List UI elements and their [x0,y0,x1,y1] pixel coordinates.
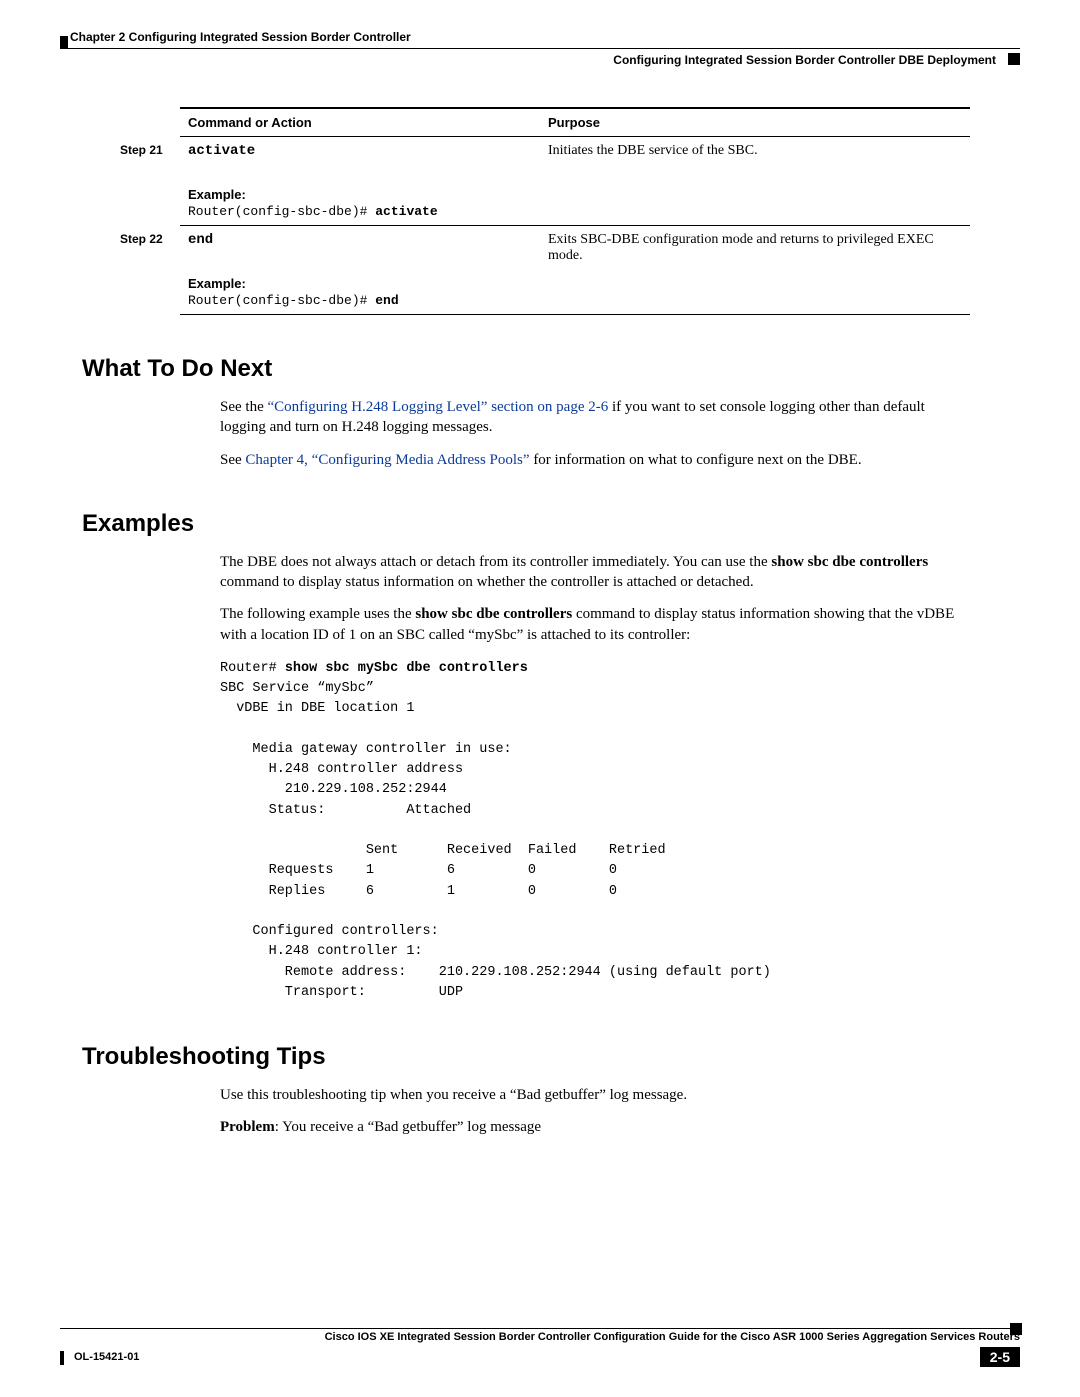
example-command: activate [375,204,437,219]
what-next-p2: See Chapter 4, “Configuring Media Addres… [220,450,960,470]
examples-p2: The following example uses the show sbc … [220,604,960,645]
text-fragment: : You receive a “Bad getbuffer” log mess… [275,1119,541,1135]
section-label: Configuring Integrated Session Border Co… [60,53,1020,67]
link-chapter4[interactable]: Chapter 4, “Configuring Media Address Po… [245,452,529,468]
cli-prompt: Router# [220,661,285,676]
purpose-cell: Exits SBC-DBE configuration mode and ret… [540,226,970,315]
page-footer: Cisco IOS XE Integrated Session Border C… [60,1328,1020,1367]
troubleshooting-p1: Use this troubleshooting tip when you re… [220,1085,960,1105]
document-page: Chapter 2 Configuring Integrated Session… [0,0,1080,1397]
purpose-col-header: Purpose [540,108,970,137]
command-cell: activate Example: Router(config-sbc-dbe)… [180,137,540,226]
table-row: Step 22 end Example: Router(config-sbc-d… [120,226,970,315]
command-keyword: activate [188,143,255,159]
troubleshooting-body: Use this troubleshooting tip when you re… [220,1085,960,1138]
text-fragment: for information on what to configure nex… [530,452,862,468]
example-prompt: Router(config-sbc-dbe)# [188,293,375,308]
table-row: Step 21 activate Example: Router(config-… [120,137,970,226]
text-fragment: See the [220,399,267,415]
example-code: Router(config-sbc-dbe)# end [188,293,532,308]
example-prompt: Router(config-sbc-dbe)# [188,204,375,219]
what-next-body: See the “Configuring H.248 Logging Level… [220,397,960,470]
text-fragment: See [220,452,245,468]
section-label-text: Configuring Integrated Session Border Co… [613,53,996,67]
heading-troubleshooting: Troubleshooting Tips [82,1043,1020,1071]
text-fragment: The following example uses the [220,606,415,622]
footer-rule [60,1328,1020,1329]
example-command: end [375,293,398,308]
footer-doc-chip-icon [60,1351,64,1365]
example-label: Example: [188,276,532,291]
cli-body: SBC Service “mySbc” vDBE in DBE location… [220,681,771,1000]
chapter-label: Chapter 2 Configuring Integrated Session… [60,30,1020,44]
command-table: Command or Action Purpose Step 21 activa… [120,107,970,315]
step-col-header [120,108,180,137]
step-number: Step 22 [120,226,180,315]
example-label: Example: [188,187,532,202]
cli-command: show sbc mySbc dbe controllers [285,661,528,676]
cli-output: Router# show sbc mySbc dbe controllers S… [220,659,960,1003]
header-marker-icon [1008,53,1020,65]
footer-row: OL-15421-01 2-5 [60,1347,1020,1367]
running-header: Chapter 2 Configuring Integrated Session… [60,30,1020,67]
footer-title-text: Cisco IOS XE Integrated Session Border C… [325,1331,1020,1343]
table-header-row: Command or Action Purpose [120,108,970,137]
step-number: Step 21 [120,137,180,226]
heading-examples: Examples [82,510,1020,538]
command-inline: show sbc dbe controllers [771,554,928,570]
command-cell: end Example: Router(config-sbc-dbe)# end [180,226,540,315]
examples-p1: The DBE does not always attach or detach… [220,552,960,593]
footer-doc-id: OL-15421-01 [60,1351,139,1363]
what-next-p1: See the “Configuring H.248 Logging Level… [220,397,960,438]
footer-marker-icon [1010,1323,1022,1335]
command-inline: show sbc dbe controllers [415,606,572,622]
header-rule [60,48,1020,49]
problem-label: Problem [220,1119,275,1135]
example-code: Router(config-sbc-dbe)# activate [188,204,532,219]
command-col-header: Command or Action [180,108,540,137]
text-fragment: The DBE does not always attach or detach… [220,554,771,570]
footer-doc-id-text: OL-15421-01 [74,1351,139,1363]
troubleshooting-p2: Problem: You receive a “Bad getbuffer” l… [220,1117,960,1137]
text-fragment: command to display status information on… [220,574,754,590]
heading-what-next: What To Do Next [82,355,1020,383]
page-number: 2-5 [980,1347,1020,1367]
footer-book-title: Cisco IOS XE Integrated Session Border C… [60,1331,1020,1343]
header-chip-icon [60,36,68,48]
command-keyword: end [188,232,213,248]
purpose-cell: Initiates the DBE service of the SBC. [540,137,970,226]
examples-body: The DBE does not always attach or detach… [220,552,960,1003]
link-h248-logging[interactable]: “Configuring H.248 Logging Level” sectio… [267,399,608,415]
